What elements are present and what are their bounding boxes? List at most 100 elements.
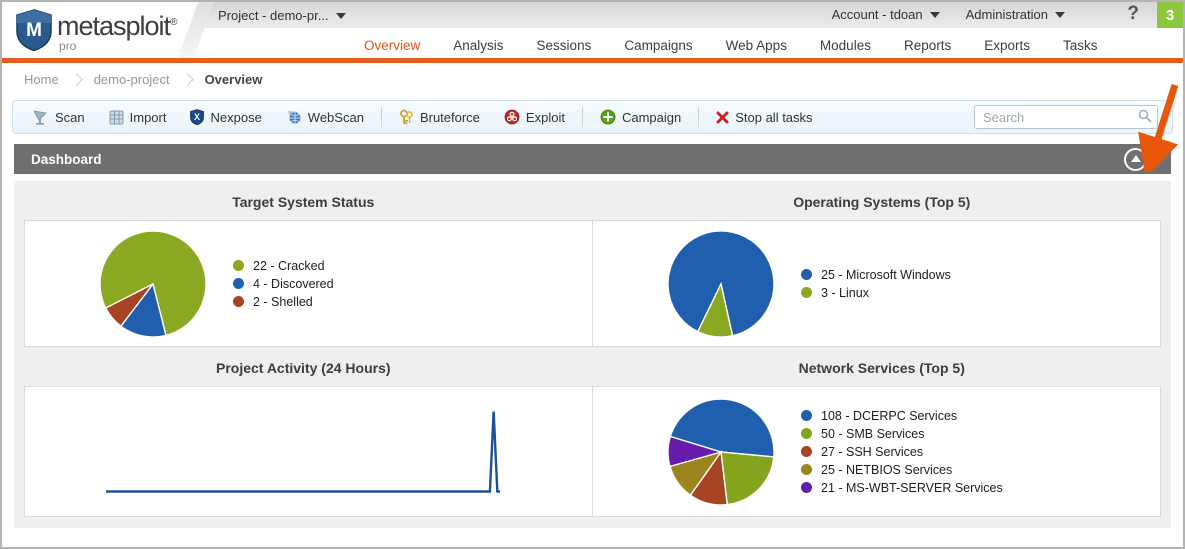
legend-dot-icon: [801, 428, 812, 439]
tab-analysis[interactable]: Analysis: [453, 38, 503, 53]
campaign-label: Campaign: [621, 109, 682, 125]
stop-x-icon: [716, 111, 729, 123]
account-menu[interactable]: Account - tdoan: [832, 7, 940, 22]
legend-dot-icon: [801, 446, 812, 457]
legend-item: 25 - Microsoft Windows: [801, 268, 951, 282]
notification-badge[interactable]: 3: [1157, 2, 1183, 28]
exploit-biohazard-icon: [504, 109, 520, 125]
line-chart: [106, 411, 501, 493]
legend-label: 25 - Microsoft Windows: [821, 267, 951, 282]
breadcrumb-project[interactable]: demo-project: [94, 72, 170, 87]
header: M metasploit® pro Project - demo-pr... A…: [2, 2, 1183, 63]
pie-chart: [99, 229, 207, 338]
tab-campaigns[interactable]: Campaigns: [624, 38, 692, 53]
legend-label: 21 - MS-WBT-SERVER Services: [821, 480, 1003, 495]
webscan-label: WebScan: [307, 109, 364, 125]
tab-exports[interactable]: Exports: [984, 38, 1030, 53]
bruteforce-button[interactable]: Bruteforce: [387, 109, 492, 125]
nexpose-button[interactable]: X Nexpose: [178, 109, 273, 125]
legend-item: 25 - NETBIOS Services: [801, 463, 1003, 477]
legend-item: 27 - SSH Services: [801, 445, 1003, 459]
import-button[interactable]: Import: [97, 110, 179, 125]
search-input[interactable]: [974, 105, 1158, 129]
legend-item: 2 - Shelled: [233, 295, 334, 309]
bruteforce-label: Bruteforce: [419, 109, 480, 125]
tab-reports[interactable]: Reports: [904, 38, 951, 53]
import-icon: [109, 110, 124, 124]
chart-title-row: Project Activity (24 Hours) Network Serv…: [14, 347, 1171, 386]
webscan-globe-icon: [287, 111, 301, 124]
scan-button[interactable]: Scan: [21, 110, 97, 125]
caret-down-icon: [1055, 11, 1065, 18]
project-selector[interactable]: Project - demo-pr...: [218, 8, 346, 23]
pie-chart: [667, 397, 775, 506]
top-right-menus: Account - tdoan Administration: [832, 7, 1065, 22]
network-services-chart: 108 - DCERPC Services 50 - SMB Services 27…: [592, 386, 1161, 517]
chart-title-project-activity: Project Activity (24 Hours): [215, 360, 391, 376]
legend-label: 2 - Shelled: [253, 294, 313, 309]
legend-item: 4 - Discovered: [233, 277, 334, 291]
task-toolbar: Scan Import X Nexpose WebScan Bruteforce…: [12, 100, 1173, 134]
caret-down-icon: [335, 12, 346, 19]
legend-dot-icon: [801, 269, 812, 280]
legend-item: 22 - Cracked: [233, 259, 334, 273]
svg-text:X: X: [194, 112, 200, 122]
chart-row-1: 22 - Cracked 4 - Discovered 2 - Shelled 25…: [14, 220, 1171, 347]
tab-sessions[interactable]: Sessions: [537, 38, 592, 53]
campaign-add-icon: [600, 109, 616, 125]
main-navigation: Overview Analysis Sessions Campaigns Web…: [364, 38, 1098, 53]
brand-sub: pro: [59, 39, 77, 53]
toolbar-separator: [581, 107, 583, 127]
search-container: [974, 105, 1158, 129]
legend-dot-icon: [801, 287, 812, 298]
webscan-button[interactable]: WebScan: [274, 109, 376, 125]
tab-modules[interactable]: Modules: [820, 38, 871, 53]
legend-item: 21 - MS-WBT-SERVER Services: [801, 481, 1003, 495]
administration-menu-label: Administration: [965, 7, 1048, 22]
stop-all-tasks-label: Stop all tasks: [735, 109, 813, 125]
chart-row-2: 108 - DCERPC Services 50 - SMB Services 27…: [14, 386, 1171, 517]
nexpose-shield-icon: X: [190, 109, 205, 125]
collapse-dashboard-button[interactable]: [1124, 147, 1147, 171]
import-label: Import: [129, 109, 167, 125]
project-selector-label: Project - demo-pr...: [218, 8, 329, 23]
toolbar-separator: [380, 107, 382, 127]
brand-name: metasploit®: [57, 11, 178, 41]
tab-web-apps[interactable]: Web Apps: [726, 38, 787, 53]
help-button[interactable]: ?: [1127, 3, 1139, 25]
chart-title-operating-systems: Operating Systems (Top 5): [793, 194, 971, 210]
account-menu-label: Account - tdoan: [831, 7, 923, 22]
chart-legend: 108 - DCERPC Services 50 - SMB Services 27…: [801, 409, 1003, 495]
legend-item: 108 - DCERPC Services: [801, 409, 1003, 423]
breadcrumb-home[interactable]: Home: [24, 72, 59, 87]
pie-slice: [720, 450, 775, 505]
dashboard-panels: Target System Status Operating Systems (…: [14, 181, 1171, 528]
metasploit-shield-icon: M: [16, 9, 52, 51]
orange-accent-bar: [2, 58, 1183, 63]
legend-label: 25 - NETBIOS Services: [821, 462, 953, 477]
dashboard-title: Dashboard: [31, 151, 102, 167]
legend-dot-icon: [233, 296, 244, 307]
legend-dot-icon: [801, 464, 812, 475]
pie-chart: [667, 229, 775, 338]
stop-all-tasks-button[interactable]: Stop all tasks: [704, 110, 824, 125]
activity-line: [106, 411, 501, 493]
chart-legend: 22 - Cracked 4 - Discovered 2 - Shelled: [233, 259, 334, 309]
tab-overview[interactable]: Overview: [364, 38, 420, 53]
campaign-button[interactable]: Campaign: [588, 109, 693, 125]
chevron-right-icon: [69, 72, 83, 86]
exploit-label: Exploit: [525, 109, 565, 125]
search-icon[interactable]: [1138, 109, 1152, 123]
breadcrumb-current: Overview: [204, 72, 263, 87]
legend-item: 50 - SMB Services: [801, 427, 1003, 441]
chevron-right-icon: [180, 72, 194, 86]
chart-legend: 25 - Microsoft Windows 3 - Linux: [801, 268, 951, 300]
chart-title-target-system-status: Target System Status: [232, 194, 375, 210]
metasploit-logo[interactable]: M metasploit® pro: [16, 9, 177, 52]
scan-label: Scan: [55, 109, 85, 125]
legend-label: 4 - Discovered: [253, 276, 334, 291]
toolbar-separator: [698, 107, 700, 127]
administration-menu[interactable]: Administration: [966, 7, 1065, 22]
tab-tasks[interactable]: Tasks: [1063, 38, 1098, 53]
exploit-button[interactable]: Exploit: [492, 109, 577, 125]
